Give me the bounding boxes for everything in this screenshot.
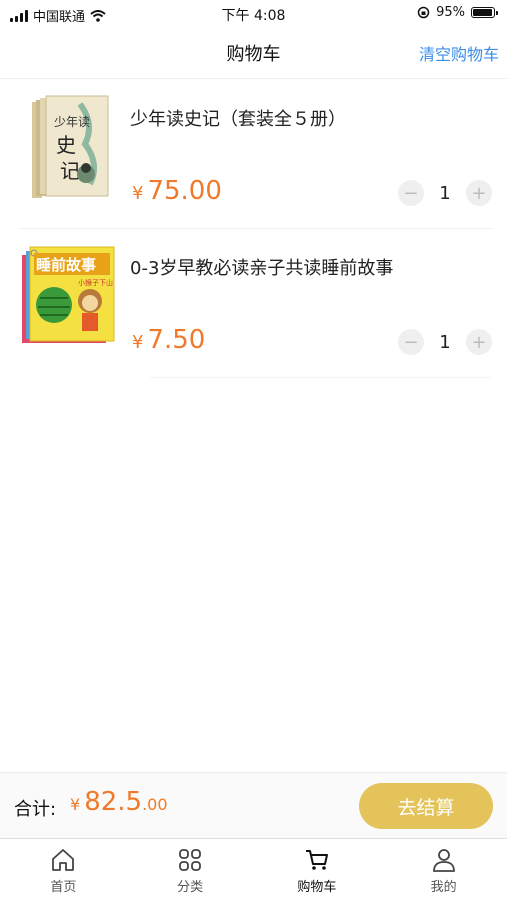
status-right: 95% <box>417 5 498 20</box>
tab-label: 购物车 <box>297 880 337 895</box>
cart-icon <box>305 850 328 870</box>
total-label: 合计: <box>14 799 57 820</box>
battery-percent: 95% <box>436 5 465 20</box>
total-main: 82.5 <box>84 787 143 817</box>
price-value: 75.00 <box>147 176 222 206</box>
tab-profile[interactable]: 我的 <box>380 839 507 901</box>
decrease-button[interactable]: − <box>398 329 424 355</box>
quantity-stepper: − 1 + <box>398 180 492 206</box>
clear-cart-button[interactable]: 清空购物车 <box>419 41 499 65</box>
checkout-bar: 合计: ¥82.5.00 去结算 <box>0 772 507 839</box>
product-price: ¥75.00 <box>132 176 222 206</box>
svg-text:史: 史 <box>56 133 76 157</box>
status-bar: 中国联通 下午 4:08 95% <box>0 0 507 28</box>
svg-text:记: 记 <box>60 159 80 183</box>
cart-item: 睡前故事 小猴子下山 0-3岁早教必读亲子共读睡前故事 ¥7.50 − 1 + <box>22 229 492 378</box>
price-value: 7.50 <box>147 325 206 355</box>
svg-text:少年读: 少年读 <box>54 115 90 129</box>
quantity-value: 1 <box>439 182 451 204</box>
checkout-button[interactable]: 去结算 <box>359 783 493 829</box>
increase-button[interactable]: + <box>466 329 492 355</box>
currency-symbol: ¥ <box>132 183 144 204</box>
tab-home[interactable]: 首页 <box>0 839 127 901</box>
cart-list: 少年读 史 记 少年读史记（套装全５册） ¥75.00 − 1 + 睡前故事 小… <box>0 80 507 378</box>
grid-icon <box>179 849 202 871</box>
currency-symbol: ¥ <box>132 332 144 353</box>
tab-label: 我的 <box>430 880 457 895</box>
tab-category[interactable]: 分类 <box>127 839 254 901</box>
product-title[interactable]: 少年读史记（套装全５册） <box>130 106 482 134</box>
product-image[interactable]: 少年读 史 记 <box>20 94 120 204</box>
battery-icon <box>471 7 498 18</box>
product-image[interactable]: 睡前故事 小猴子下山 <box>20 243 120 353</box>
tab-bar: 首页 分类 购物车 我的 <box>0 838 507 901</box>
cart-item: 少年读 史 记 少年读史记（套装全５册） ¥75.00 − 1 + <box>20 80 492 229</box>
quantity-stepper: − 1 + <box>398 329 492 355</box>
tab-label: 分类 <box>177 880 204 895</box>
nav-bar: 购物车 清空购物车 <box>0 28 507 79</box>
currency-symbol: ¥ <box>70 795 81 814</box>
tab-label: 首页 <box>50 880 77 895</box>
tab-cart[interactable]: 购物车 <box>254 839 381 901</box>
quantity-value: 1 <box>439 331 451 353</box>
increase-button[interactable]: + <box>466 180 492 206</box>
total-decimal: .00 <box>142 795 168 814</box>
svg-text:睡前故事: 睡前故事 <box>36 256 96 274</box>
product-price: ¥7.50 <box>132 325 205 355</box>
total-price: ¥82.5.00 <box>70 787 168 817</box>
user-icon <box>432 849 455 872</box>
decrease-button[interactable]: − <box>398 180 424 206</box>
product-title[interactable]: 0-3岁早教必读亲子共读睡前故事 <box>130 255 482 283</box>
svg-text:小猴子下山: 小猴子下山 <box>78 278 113 287</box>
orientation-lock-icon <box>417 6 430 19</box>
home-icon <box>52 849 75 871</box>
